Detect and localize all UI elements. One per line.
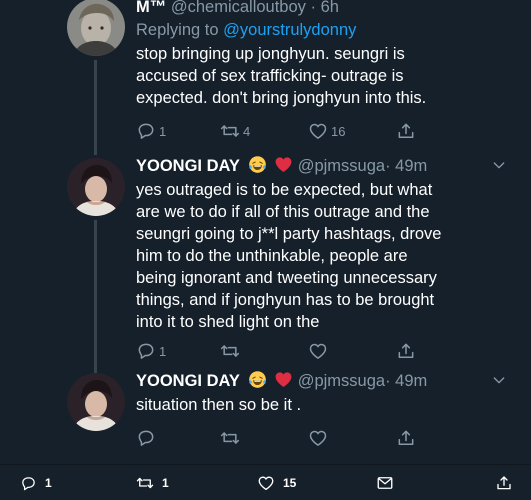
tweet[interactable]: M™ @chemicalloutboy · 6h Replying to @yo… <box>0 0 531 155</box>
replying-to: Replying to @yourstrulydonny <box>136 19 511 41</box>
text-line: him to do the unthinkable, people are <box>136 247 408 265</box>
avatar[interactable] <box>67 0 125 56</box>
timeline: M™ @chemicalloutboy · 6h Replying to @yo… <box>0 0 531 500</box>
like-count: 16 <box>331 123 346 139</box>
bottom-like-button[interactable]: 15 <box>257 474 296 492</box>
direct-message-button[interactable] <box>376 474 394 492</box>
retweet-button[interactable] <box>220 427 240 449</box>
text-line: stop bringing up jonghyun. seungri is <box>136 45 405 63</box>
tweet-header: YOONGI DAY @pjmssuga· 49m <box>136 155 511 177</box>
mention-link[interactable]: @yourstrulydonny <box>223 21 356 39</box>
avatar[interactable] <box>67 158 125 216</box>
text-line: accused of sex trafficking- outrage is <box>136 67 404 85</box>
heart-icon <box>308 341 328 361</box>
tweet-actions <box>136 427 436 449</box>
laughing-crying-emoji <box>248 370 267 389</box>
reply-button[interactable] <box>136 427 156 449</box>
bottom-reply-count: 1 <box>45 476 52 490</box>
timestamp[interactable]: · 49m <box>385 372 427 390</box>
retweet-button[interactable]: 4 <box>220 120 250 142</box>
thread-line <box>94 60 97 155</box>
tweet-content: YOONGI DAY @pjmssuga· 49m yes outraged i… <box>136 155 511 333</box>
thread-line <box>94 220 97 380</box>
share-icon <box>396 428 416 448</box>
reply-count: 1 <box>159 123 167 139</box>
text-line: being ignorant and tweeting unnecessary <box>136 269 437 287</box>
retweet-count: 4 <box>243 123 251 139</box>
text-line: are we to do if all of this outrage and … <box>136 203 430 221</box>
timestamp[interactable]: · 6h <box>311 0 339 16</box>
display-name[interactable]: YOONGI DAY <box>136 372 240 390</box>
text-line: things, and if jonghyun has to be brough… <box>136 291 435 309</box>
retweet-icon <box>136 474 154 492</box>
text-line: into it to shed light on the <box>136 313 320 331</box>
text-line: seungri going to j**l party hashtags, dr… <box>136 225 442 243</box>
tweet-content: YOONGI DAY @pjmssuga· 49m situation then… <box>136 370 511 416</box>
tweet-text: stop bringing up jonghyun. seungri is ac… <box>136 43 511 109</box>
user-handle[interactable]: @pjmssuga <box>298 372 385 390</box>
bottom-reply-button[interactable]: 1 <box>20 474 52 492</box>
like-button[interactable]: 16 <box>308 120 345 142</box>
text-line: expected. don't bring jonghyun into this… <box>136 89 427 107</box>
share-button[interactable] <box>396 427 416 449</box>
reply-count: 1 <box>159 343 167 359</box>
replying-to-label: Replying to <box>136 21 224 39</box>
mail-icon <box>376 474 394 492</box>
user-handle[interactable]: @chemicalloutboy <box>171 0 306 16</box>
red-heart-emoji <box>274 370 293 389</box>
avatar[interactable] <box>67 373 125 431</box>
tweet-content: M™ @chemicalloutboy · 6h Replying to @yo… <box>136 0 511 109</box>
bottom-retweet-count: 1 <box>162 476 169 490</box>
text-line: yes outraged is to be expected, but what <box>136 181 433 199</box>
tweet-header: M™ @chemicalloutboy · 6h <box>136 0 511 18</box>
display-name[interactable]: M™ <box>136 0 166 16</box>
bottom-share-button[interactable] <box>495 474 513 492</box>
heart-icon <box>308 121 328 141</box>
user-handle[interactable]: @pjmssuga <box>298 157 385 175</box>
red-heart-emoji <box>274 155 293 174</box>
retweet-icon <box>220 428 240 448</box>
display-name[interactable]: YOONGI DAY <box>136 157 240 175</box>
reply-icon <box>136 341 156 361</box>
like-button[interactable] <box>308 340 328 362</box>
tweet[interactable]: YOONGI DAY @pjmssuga· 49m yes outraged i… <box>0 150 531 380</box>
bottom-action-bar: 1 1 15 <box>0 464 531 500</box>
chevron-down-icon[interactable] <box>491 157 507 173</box>
retweet-icon <box>220 341 240 361</box>
tweet-text: yes outraged is to be expected, but what… <box>136 179 511 333</box>
reply-button[interactable]: 1 <box>136 120 166 142</box>
reply-icon <box>20 475 37 492</box>
text-line: situation then so be it . <box>136 396 302 414</box>
laughing-crying-emoji <box>248 155 267 174</box>
timestamp[interactable]: · 49m <box>385 157 427 175</box>
heart-icon <box>257 474 275 492</box>
share-icon <box>495 474 513 492</box>
reply-icon <box>136 121 156 141</box>
share-icon <box>396 121 416 141</box>
reply-icon <box>136 428 156 448</box>
bottom-retweet-button[interactable]: 1 <box>136 474 169 492</box>
share-button[interactable] <box>396 340 416 362</box>
share-icon <box>396 341 416 361</box>
like-button[interactable] <box>308 427 328 449</box>
tweet[interactable]: YOONGI DAY @pjmssuga· 49m situation then… <box>0 365 531 460</box>
tweet-header: YOONGI DAY @pjmssuga· 49m <box>136 370 511 392</box>
bottom-like-count: 15 <box>283 476 297 490</box>
heart-icon <box>308 428 328 448</box>
chevron-down-icon[interactable] <box>491 372 507 388</box>
reply-button[interactable]: 1 <box>136 340 166 362</box>
tweet-actions: 1 <box>136 340 436 362</box>
tweet-text: situation then so be it . <box>136 394 511 416</box>
tweet-actions: 1 4 16 <box>136 120 436 142</box>
share-button[interactable] <box>396 120 416 142</box>
retweet-icon <box>220 121 240 141</box>
retweet-button[interactable] <box>220 340 240 362</box>
